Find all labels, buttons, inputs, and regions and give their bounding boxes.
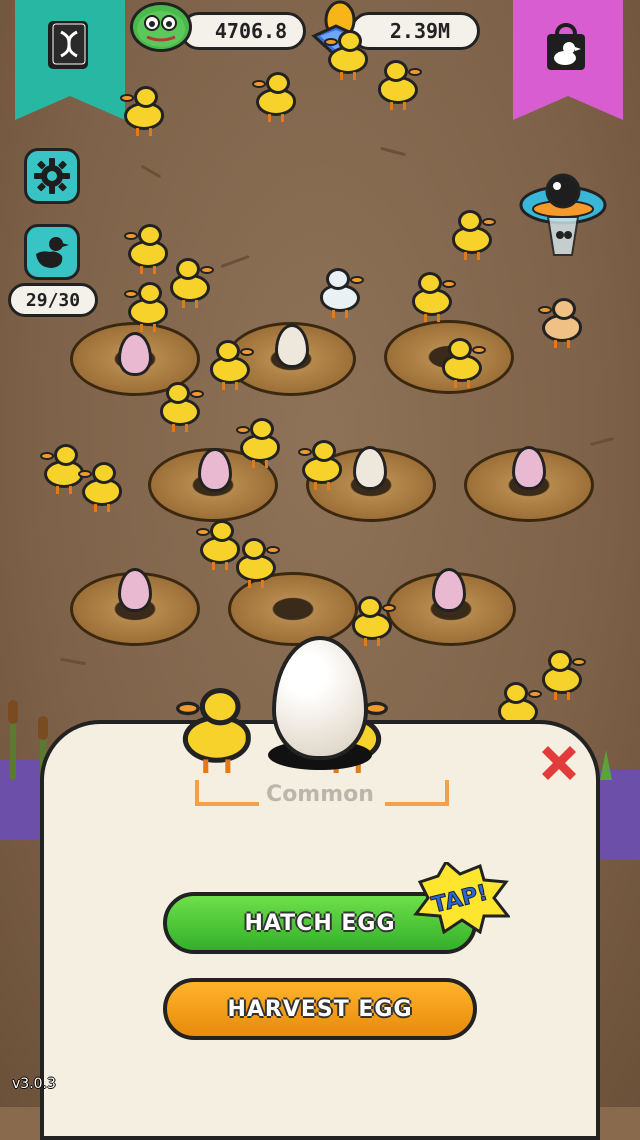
duck-silhouette-icon xyxy=(36,237,69,268)
duck-list-button[interactable] xyxy=(24,224,80,280)
bracket-right xyxy=(385,780,449,806)
duck[interactable] xyxy=(410,272,456,322)
duck[interactable] xyxy=(376,60,422,110)
duck[interactable] xyxy=(208,340,254,390)
duck[interactable] xyxy=(124,282,170,332)
shopping-bag-duck-icon xyxy=(541,18,591,74)
pink-egg[interactable] xyxy=(512,446,546,490)
duck[interactable] xyxy=(440,338,486,388)
grass-tuft xyxy=(600,750,612,780)
harvest-egg-button[interactable]: HARVEST EGG xyxy=(163,978,477,1040)
duck[interactable] xyxy=(540,650,586,700)
cattail-reed xyxy=(38,716,48,740)
harvest-egg-label: HARVEST EGG xyxy=(227,996,413,1022)
duck[interactable] xyxy=(252,72,298,122)
bracket-left xyxy=(195,780,259,806)
duck[interactable] xyxy=(350,596,396,646)
duck[interactable] xyxy=(120,86,166,136)
coin-value: 4706.8 xyxy=(214,19,288,43)
duck[interactable] xyxy=(124,224,170,274)
cattail-reed xyxy=(8,700,18,724)
hatch-egg-label: HATCH EGG xyxy=(244,910,396,936)
frog-coin-icon xyxy=(130,2,192,52)
gear-icon xyxy=(34,158,70,194)
white-egg[interactable] xyxy=(275,324,309,368)
pink-egg[interactable] xyxy=(118,568,152,612)
duck[interactable] xyxy=(298,440,344,490)
duck[interactable] xyxy=(450,210,496,260)
egg-rarity-label: Common xyxy=(266,782,374,807)
coin-counter: 4706.8 xyxy=(180,12,306,50)
parent-duck-left xyxy=(176,688,254,773)
duck[interactable] xyxy=(78,462,124,512)
duck[interactable] xyxy=(236,418,282,468)
pink-egg[interactable] xyxy=(432,568,466,612)
white-egg[interactable] xyxy=(353,446,387,490)
tap-hint-badge: TAP! xyxy=(410,859,512,935)
pink-egg[interactable] xyxy=(118,332,152,376)
settings-button[interactable] xyxy=(24,148,80,204)
duck-count-text: 29/30 xyxy=(25,289,81,311)
gem-value: 2.39M xyxy=(389,19,451,43)
duck[interactable] xyxy=(538,298,584,348)
close-icon[interactable] xyxy=(534,738,584,788)
pink-egg[interactable] xyxy=(198,448,232,492)
duck[interactable] xyxy=(318,268,364,318)
duck[interactable] xyxy=(234,538,280,588)
duck[interactable] xyxy=(168,258,214,308)
dna-book-icon xyxy=(45,18,95,74)
version-label: v3.0.3 xyxy=(12,1076,56,1092)
duck[interactable] xyxy=(158,382,204,432)
ufo-icon[interactable] xyxy=(518,165,608,265)
duck[interactable] xyxy=(324,30,370,80)
duck-capacity-counter: 29/30 xyxy=(8,283,98,317)
